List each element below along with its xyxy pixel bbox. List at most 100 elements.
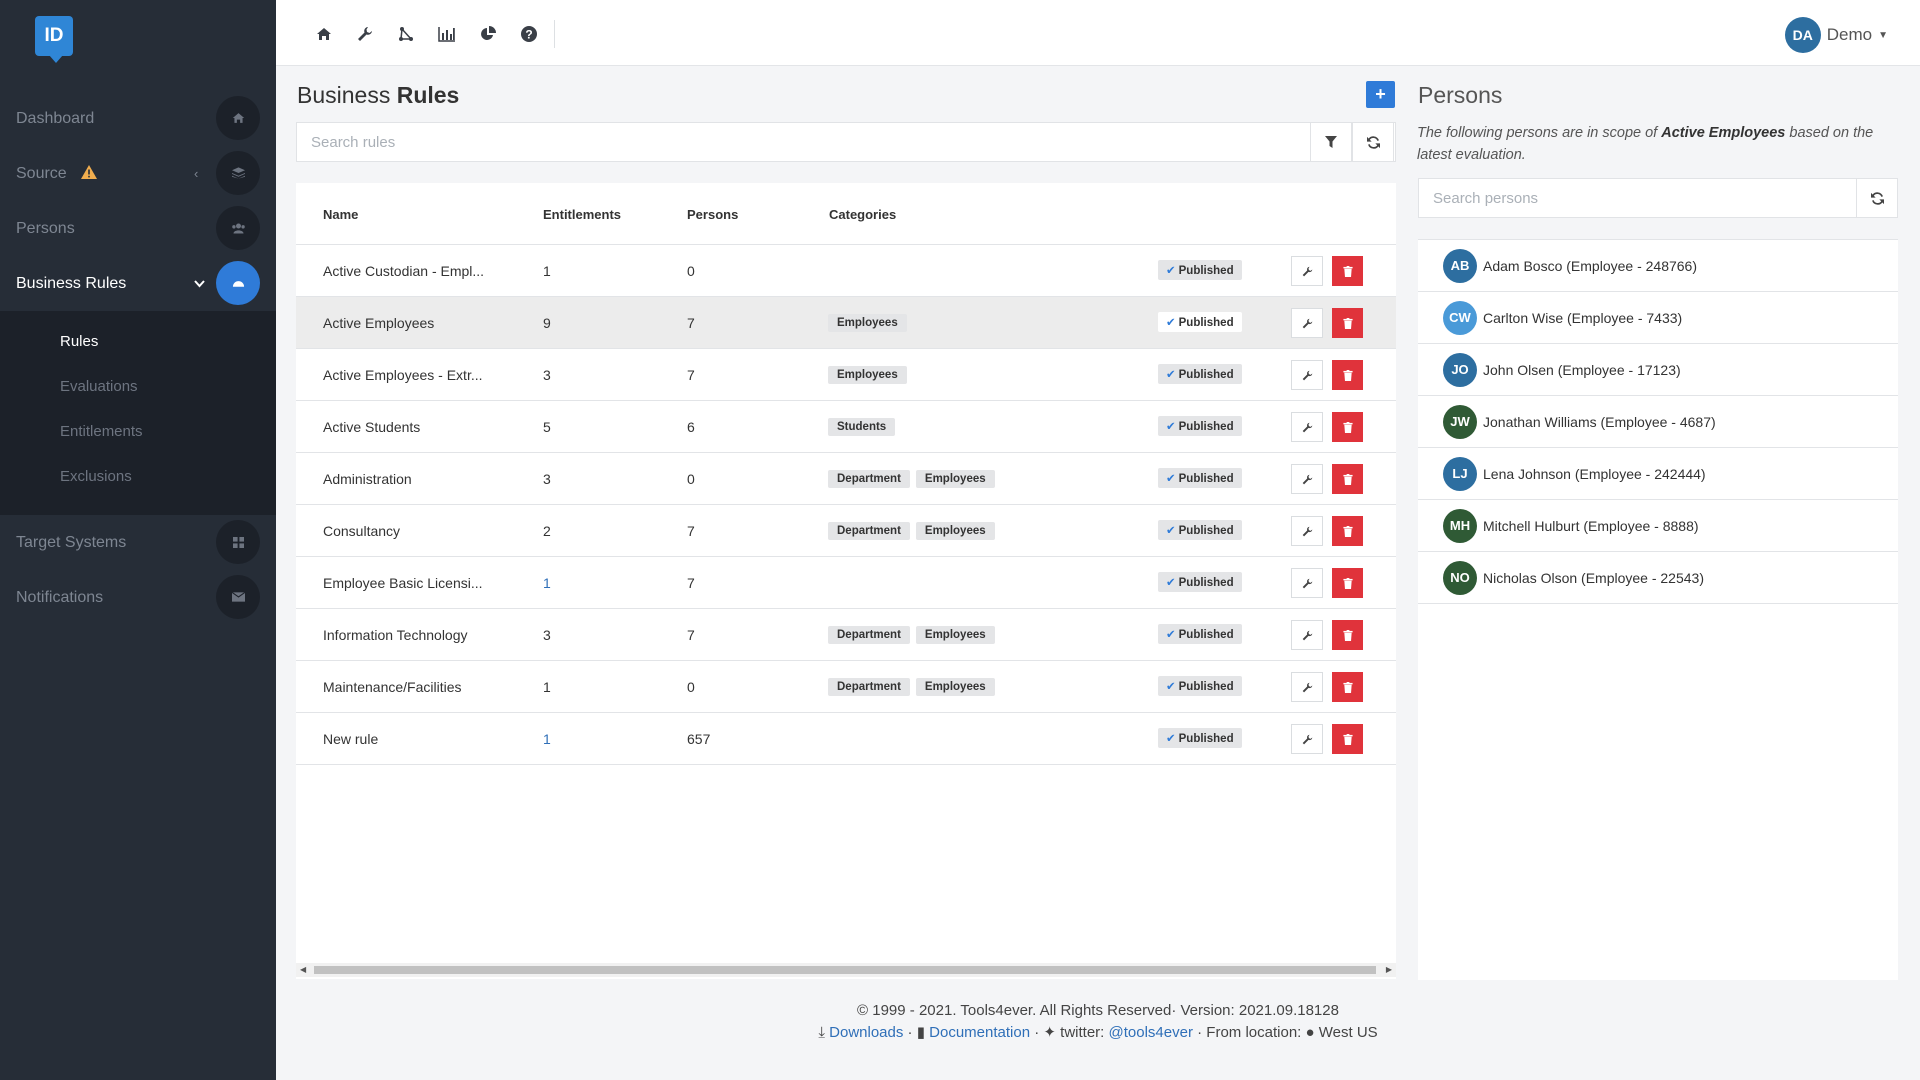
rule-name[interactable]: Active Employees - Extr...: [323, 367, 483, 383]
sidebar-item-notifications[interactable]: Notifications: [0, 570, 276, 625]
rule-persons: 7: [687, 575, 695, 591]
rule-persons: 6: [687, 419, 695, 435]
book-icon: ▮: [916, 1024, 925, 1041]
list-item[interactable]: JO John Olsen (Employee - 17123): [1418, 344, 1898, 396]
person-label[interactable]: Nicholas Olson (Employee - 22543): [1483, 570, 1704, 586]
delete-rule-button[interactable]: [1332, 672, 1363, 702]
delete-rule-button[interactable]: [1332, 568, 1363, 598]
table-row[interactable]: Administration 3 0 Department Employees ✔ Publ…: [296, 453, 1396, 505]
list-item[interactable]: MH Mitchell Hulburt (Employee - 8888): [1418, 500, 1898, 552]
delete-rule-button[interactable]: [1332, 516, 1363, 546]
user-menu[interactable]: DA Demo ▼: [1784, 17, 1888, 53]
scrollbar-thumb[interactable]: [314, 966, 1376, 974]
edit-rule-button[interactable]: [1291, 516, 1323, 546]
rule-entitlements: 2: [543, 523, 551, 539]
filter-button[interactable]: [1310, 122, 1352, 162]
rule-name[interactable]: Administration: [323, 471, 412, 487]
edit-rule-button[interactable]: [1291, 360, 1323, 390]
documentation-link[interactable]: Documentation: [929, 1024, 1030, 1041]
sidebar-item-source[interactable]: Source ‹: [0, 146, 276, 201]
horizontal-scrollbar[interactable]: ◀ ▶: [296, 963, 1396, 977]
delete-rule-button[interactable]: [1332, 620, 1363, 650]
table-row[interactable]: Information Technology 3 7 Department Employ…: [296, 609, 1396, 661]
help-icon[interactable]: ?: [508, 22, 549, 46]
bar-chart-icon[interactable]: [426, 22, 467, 46]
rule-name[interactable]: Employee Basic Licensi...: [323, 575, 483, 591]
edit-rule-button[interactable]: [1291, 620, 1323, 650]
add-rule-button[interactable]: +: [1366, 81, 1395, 108]
table-row[interactable]: Active Students 5 6 Students ✔ Published: [296, 401, 1396, 453]
table-row[interactable]: Employee Basic Licensi... 1 7 ✔ Published: [296, 557, 1396, 609]
search-rules-input[interactable]: [297, 123, 1307, 161]
subnav-item-rules[interactable]: Rules: [0, 319, 276, 364]
rule-categories: Department Employees: [828, 625, 1001, 644]
rule-name[interactable]: Active Employees: [323, 315, 434, 331]
wrench-icon[interactable]: [344, 22, 385, 46]
pie-chart-icon[interactable]: [467, 22, 508, 46]
person-label[interactable]: Jonathan Williams (Employee - 4687): [1483, 414, 1716, 430]
column-header-categories[interactable]: Categories: [829, 207, 896, 222]
table-row[interactable]: Maintenance/Facilities 1 0 Department Employ…: [296, 661, 1396, 713]
home-icon[interactable]: [303, 22, 344, 46]
rule-name[interactable]: New rule: [323, 731, 378, 747]
delete-rule-button[interactable]: [1332, 360, 1363, 390]
edit-rule-button[interactable]: [1291, 256, 1323, 286]
list-item[interactable]: LJ Lena Johnson (Employee - 242444): [1418, 448, 1898, 500]
delete-rule-button[interactable]: [1332, 308, 1363, 338]
logo[interactable]: ID: [35, 16, 73, 63]
sidebar-item-dashboard[interactable]: Dashboard: [0, 91, 276, 146]
person-label[interactable]: Mitchell Hulburt (Employee - 8888): [1483, 518, 1699, 534]
edit-rule-button[interactable]: [1291, 568, 1323, 598]
person-label[interactable]: Adam Bosco (Employee - 248766): [1483, 258, 1697, 274]
scroll-right-arrow-icon[interactable]: ▶: [1386, 963, 1392, 977]
check-icon: ✔: [1166, 629, 1176, 641]
refresh-rules-button[interactable]: [1352, 122, 1394, 162]
footer: © 1999 - 2021. Tools4ever. All Rights Re…: [276, 1000, 1920, 1044]
sidebar-item-target-systems[interactable]: Target Systems: [0, 515, 276, 570]
status-label: Published: [1178, 525, 1234, 537]
column-header-persons[interactable]: Persons: [687, 207, 738, 222]
table-row[interactable]: Active Employees - Extr... 3 7 Employees ✔ Pu…: [296, 349, 1396, 401]
sitemap-icon[interactable]: [385, 22, 426, 46]
list-item[interactable]: NO Nicholas Olson (Employee - 22543): [1418, 552, 1898, 604]
twitter-link[interactable]: @tools4ever: [1109, 1024, 1193, 1041]
subnav-item-exclusions[interactable]: Exclusions: [0, 454, 276, 499]
table-row[interactable]: Consultancy 2 7 Department Employees ✔ Publish…: [296, 505, 1396, 557]
edit-rule-button[interactable]: [1291, 412, 1323, 442]
search-persons-input[interactable]: [1419, 179, 1839, 217]
person-label[interactable]: Lena Johnson (Employee - 242444): [1483, 466, 1706, 482]
person-label[interactable]: Carlton Wise (Employee - 7433): [1483, 310, 1682, 326]
list-item[interactable]: AB Adam Bosco (Employee - 248766): [1418, 240, 1898, 292]
person-label[interactable]: John Olsen (Employee - 17123): [1483, 362, 1681, 378]
table-row[interactable]: New rule 1 657 ✔ Published: [296, 713, 1396, 765]
delete-rule-button[interactable]: [1332, 464, 1363, 494]
subnav-item-evaluations[interactable]: Evaluations: [0, 364, 276, 409]
rule-name[interactable]: Active Students: [323, 419, 420, 435]
edit-rule-button[interactable]: [1291, 724, 1323, 754]
sidebar-item-persons[interactable]: Persons: [0, 201, 276, 256]
status-badge: ✔ Published: [1158, 312, 1242, 332]
delete-rule-button[interactable]: [1332, 724, 1363, 754]
edit-rule-button[interactable]: [1291, 464, 1323, 494]
table-row[interactable]: Active Employees 9 7 Employees ✔ Published: [296, 297, 1396, 349]
list-item[interactable]: CW Carlton Wise (Employee - 7433): [1418, 292, 1898, 344]
rule-categories: Department Employees: [828, 521, 1001, 540]
refresh-persons-button[interactable]: [1856, 178, 1898, 218]
rule-name[interactable]: Maintenance/Facilities: [323, 679, 462, 695]
list-item[interactable]: JW Jonathan Williams (Employee - 4687): [1418, 396, 1898, 448]
rule-name[interactable]: Information Technology: [323, 627, 468, 643]
edit-rule-button[interactable]: [1291, 308, 1323, 338]
sidebar-item-business-rules[interactable]: Business Rules: [0, 256, 276, 311]
scroll-left-arrow-icon[interactable]: ◀: [300, 963, 306, 977]
rule-name[interactable]: Active Custodian - Empl...: [323, 263, 484, 279]
delete-rule-button[interactable]: [1332, 256, 1363, 286]
delete-rule-button[interactable]: [1332, 412, 1363, 442]
column-header-name[interactable]: Name: [323, 207, 358, 222]
subnav-item-entitlements[interactable]: Entitlements: [0, 409, 276, 454]
rule-name[interactable]: Consultancy: [323, 523, 400, 539]
check-icon: ✔: [1166, 473, 1176, 485]
edit-rule-button[interactable]: [1291, 672, 1323, 702]
column-header-entitlements[interactable]: Entitlements: [543, 207, 621, 222]
downloads-link[interactable]: Downloads: [829, 1024, 903, 1041]
table-row[interactable]: Active Custodian - Empl... 1 0 ✔ Published: [296, 245, 1396, 297]
